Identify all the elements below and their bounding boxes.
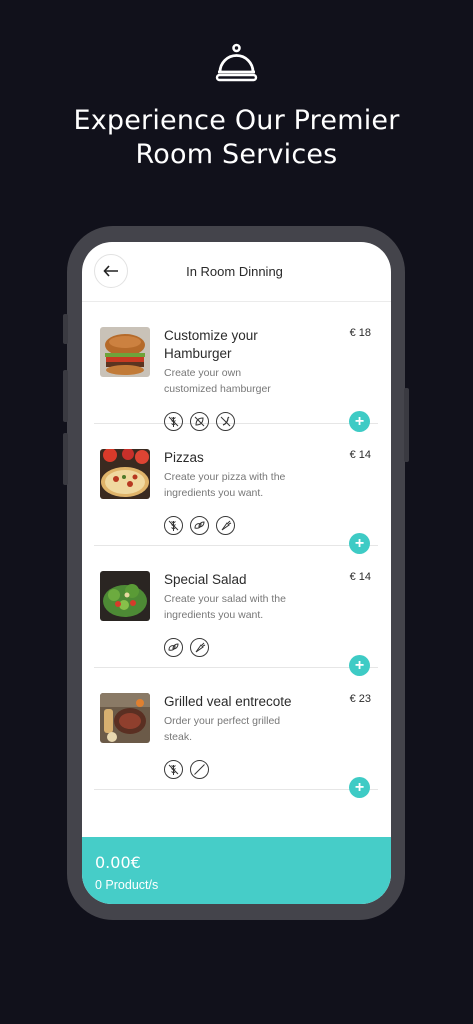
menu-item-grilled-veal-entrecote[interactable]: Grilled veal entrecote Order your perfec… — [94, 668, 378, 798]
page-headline: Experience Our Premier Room Services — [0, 104, 473, 172]
phone-power-button — [404, 388, 409, 462]
item-name: Grilled veal entrecote — [164, 693, 344, 711]
item-name: Pizzas — [164, 449, 344, 467]
item-description-line-1: Create your own — [164, 367, 242, 379]
item-description-line-1: Create your pizza with the — [164, 471, 286, 483]
item-name-line-1: Pizzas — [164, 450, 204, 465]
prohibited-icon — [190, 760, 209, 779]
item-description: Order your perfect grilled steak. — [164, 713, 334, 745]
item-description-line-2: ingredients you want. — [164, 487, 264, 499]
menu-item-hamburger[interactable]: Customize your Hamburger Create your own… — [94, 302, 378, 432]
headline-line-2: Room Services — [135, 139, 338, 170]
item-description: Create your own customized hamburger — [164, 365, 334, 397]
item-price: € 18 — [349, 327, 371, 339]
item-name-line-2: Hamburger — [164, 346, 232, 361]
menu-item-pizzas[interactable]: Pizzas Create your pizza with the ingred… — [94, 424, 378, 554]
item-description-line-2: steak. — [164, 731, 193, 743]
no-gluten-icon — [164, 760, 183, 779]
allergen-icons — [164, 638, 209, 657]
item-description-line-2: customized hamburger — [164, 383, 271, 395]
hamburger-photo — [100, 327, 150, 377]
add-to-cart-button[interactable]: + — [349, 777, 370, 798]
allergen-icons — [164, 516, 235, 535]
salad-photo — [100, 571, 150, 621]
item-description-line-1: Order your perfect grilled — [164, 715, 281, 727]
vegetable-icon — [216, 516, 235, 535]
pizza-photo — [100, 449, 150, 499]
item-price: € 14 — [349, 449, 371, 461]
cloche-icon — [214, 42, 259, 84]
page-title: In Room Dinning — [186, 264, 283, 279]
item-description: Create your pizza with the ingredients y… — [164, 469, 334, 501]
phone-volume-down-button — [63, 433, 68, 485]
item-price: € 23 — [349, 693, 371, 705]
vegetable-icon — [190, 638, 209, 657]
item-name-line-1: Special Salad — [164, 572, 247, 587]
vegan-icon — [164, 638, 183, 657]
cart-total: 0.00€ — [95, 853, 141, 872]
item-description: Create your salad with the ingredients y… — [164, 591, 334, 623]
allergen-icons — [164, 760, 209, 779]
no-gluten-icon — [164, 516, 183, 535]
phone-side-button — [63, 314, 68, 344]
item-name-line-1: Grilled veal entrecote — [164, 694, 292, 709]
item-description-line-1: Create your salad with the — [164, 593, 286, 605]
item-name: Special Salad — [164, 571, 344, 589]
phone-volume-up-button — [63, 370, 68, 422]
item-name-line-1: Customize your — [164, 328, 258, 343]
item-description-line-2: ingredients you want. — [164, 609, 264, 621]
vegan-icon — [190, 516, 209, 535]
menu-item-special-salad[interactable]: Special Salad Create your salad with the… — [94, 546, 378, 676]
steak-photo — [100, 693, 150, 743]
app-header: In Room Dinning — [82, 242, 391, 302]
item-price: € 14 — [349, 571, 371, 583]
cart-product-count: 0 Product/s — [95, 878, 159, 892]
headline-line-1: Experience Our Premier — [73, 105, 400, 136]
cart-summary-bar[interactable]: 0.00€ 0 Product/s — [82, 837, 391, 904]
phone-screen: In Room Dinning Customize your Hamburger… — [82, 242, 391, 904]
item-name: Customize your Hamburger — [164, 327, 344, 363]
